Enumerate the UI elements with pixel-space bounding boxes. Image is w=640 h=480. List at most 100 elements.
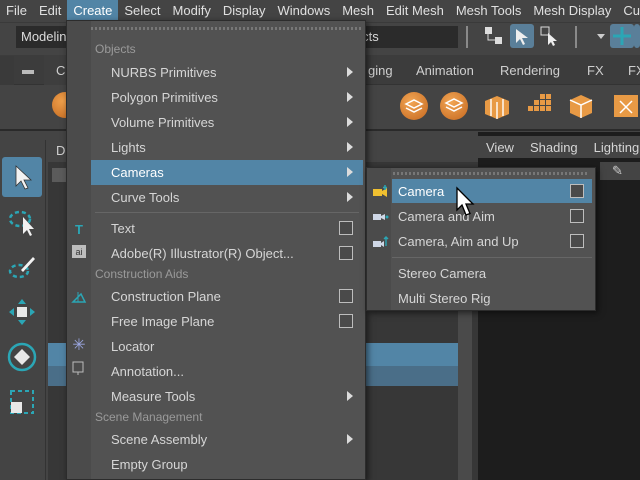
menu-modify[interactable]: Modify <box>167 0 217 21</box>
menu-item-illustrator-object[interactable]: Adobe(R) Illustrator(R) Object... <box>91 241 363 266</box>
section-objects: Objects <box>95 42 136 56</box>
submenu-arrow-icon <box>347 67 353 77</box>
menu-item-label: Construction Plane <box>111 289 221 304</box>
submenu-arrow-icon <box>347 142 353 152</box>
menu-edit[interactable]: Edit <box>33 0 67 21</box>
viewport-menu-view[interactable]: View <box>478 140 522 155</box>
menu-curves[interactable]: Cu <box>617 0 640 21</box>
menu-item-label: Adobe(R) Illustrator(R) Object... <box>111 246 294 261</box>
menu-item-label: Volume Primitives <box>111 115 215 130</box>
lasso-tool-icon[interactable] <box>2 202 42 242</box>
select-hierarchy-icon[interactable] <box>482 24 506 48</box>
menu-item-multi-stereo-rig[interactable]: Multi Stereo Rig <box>392 286 592 310</box>
menu-item-label: Polygon Primitives <box>111 90 218 105</box>
option-box-icon[interactable] <box>339 314 353 328</box>
shelf-tab-animation[interactable]: Animation <box>406 58 484 84</box>
pencil-icon[interactable]: ✎ <box>612 163 623 179</box>
option-box-icon[interactable] <box>339 246 353 260</box>
menu-item-locator[interactable]: Locator <box>91 334 363 359</box>
cameras-submenu: Camera Camera and Aim Camera, Aim and Up… <box>366 167 596 311</box>
menu-item-scene-assembly[interactable]: Scene Assembly <box>91 427 363 452</box>
menu-item-camera[interactable]: Camera <box>392 179 592 203</box>
chevron-down-icon[interactable] <box>594 24 608 48</box>
menu-item-lights[interactable]: Lights <box>91 135 363 160</box>
option-box-icon[interactable] <box>570 209 584 223</box>
shelf-menu-icon[interactable] <box>22 70 34 74</box>
select-object-icon[interactable] <box>510 24 534 48</box>
menu-mesh-tools[interactable]: Mesh Tools <box>450 0 528 21</box>
select-component-icon[interactable] <box>538 24 562 48</box>
viewport-menu-shading[interactable]: Shading <box>522 140 586 155</box>
menu-item-label: Free Image Plane <box>111 314 215 329</box>
grid-tiles-icon[interactable] <box>524 92 554 123</box>
option-box-icon[interactable] <box>339 289 353 303</box>
submenu-arrow-icon <box>347 434 353 444</box>
shelf-tab-fx[interactable]: FX <box>577 58 614 84</box>
menu-item-label: Camera <box>398 184 445 199</box>
menu-item-stereo-camera[interactable]: Stereo Camera <box>392 261 592 285</box>
menu-mesh[interactable]: Mesh <box>336 0 380 21</box>
menu-item-label: Annotation... <box>111 364 184 379</box>
menu-item-annotation[interactable]: Annotation... <box>91 359 363 384</box>
menu-create[interactable]: Create <box>67 0 119 21</box>
menu-windows[interactable]: Windows <box>271 0 336 21</box>
submenu-arrow-icon <box>347 391 353 401</box>
rotate-tool-icon[interactable] <box>2 337 42 377</box>
menu-item-label: Locator <box>111 339 155 354</box>
paint-select-tool-icon[interactable] <box>2 247 42 287</box>
create-menu: Objects NURBS Primitives Polygon Primiti… <box>66 20 366 480</box>
menu-item-label: NURBS Primitives <box>111 65 217 80</box>
menu-item-construction-plane[interactable]: Construction Plane <box>91 284 363 309</box>
option-box-icon[interactable] <box>570 184 584 198</box>
menu-display[interactable]: Display <box>217 0 272 21</box>
shelf-tab-rendering[interactable]: Rendering <box>490 58 570 84</box>
menu-item-camera-aim-up[interactable]: Camera, Aim and Up <box>392 229 592 253</box>
wire-cube-icon[interactable] <box>566 92 596 123</box>
submenu-arrow-icon <box>347 92 353 102</box>
menu-item-curve-tools[interactable]: Curve Tools <box>91 185 363 210</box>
hypershade-icon[interactable] <box>612 92 640 123</box>
shelf-tab-fx-caching[interactable]: FX <box>618 58 640 84</box>
menu-item-label: Lights <box>111 140 146 155</box>
menu-item-label: Curve Tools <box>111 190 180 205</box>
menu-item-volume-primitives[interactable]: Volume Primitives <box>91 110 363 135</box>
option-box-icon[interactable] <box>570 234 584 248</box>
layered-shader-icon[interactable] <box>400 92 428 120</box>
menu-item-text[interactable]: Text <box>91 216 363 241</box>
section-construction-aids: Construction Aids <box>95 267 189 281</box>
menu-item-label: Camera, Aim and Up <box>398 234 519 249</box>
snap-grid-icon[interactable] <box>610 24 634 48</box>
submenu-arrow-icon <box>347 167 353 177</box>
menu-item-label: Cameras <box>111 165 164 180</box>
select-tool-icon[interactable] <box>2 157 42 197</box>
section-scene-management: Scene Management <box>95 410 203 424</box>
menu-tearoff[interactable] <box>373 172 589 175</box>
menu-item-measure-tools[interactable]: Measure Tools <box>91 384 363 409</box>
menu-item-free-image-plane[interactable]: Free Image Plane <box>91 309 363 334</box>
menu-item-cameras[interactable]: Cameras <box>91 160 363 185</box>
menu-item-label: Camera and Aim <box>398 209 495 224</box>
menu-item-label: Scene Assembly <box>111 432 208 447</box>
menu-item-camera-and-aim[interactable]: Camera and Aim <box>392 204 592 228</box>
menu-item-nurbs-primitives[interactable]: NURBS Primitives <box>91 60 363 85</box>
menu-item-polygon-primitives[interactable]: Polygon Primitives <box>91 85 363 110</box>
menu-item-label: Measure Tools <box>111 389 196 404</box>
submenu-arrow-icon <box>347 117 353 127</box>
menu-tearoff[interactable] <box>71 27 361 30</box>
layers-icon[interactable] <box>440 92 468 120</box>
snap-curve-icon[interactable] <box>634 24 640 48</box>
mouse-cursor-icon <box>456 186 475 216</box>
option-box-icon[interactable] <box>339 221 353 235</box>
menu-divider <box>95 212 359 213</box>
menu-select[interactable]: Select <box>118 0 166 21</box>
viewport-menu-lighting[interactable]: Lighting <box>586 140 640 155</box>
scale-tool-icon[interactable] <box>2 382 42 422</box>
panel-scrollbar[interactable] <box>458 310 472 480</box>
menu-item-empty-group[interactable]: Empty Group <box>91 452 363 477</box>
menu-file[interactable]: File <box>0 0 33 21</box>
panel-toggle-icon[interactable] <box>52 168 66 182</box>
menu-mesh-display[interactable]: Mesh Display <box>527 0 617 21</box>
cube-split-icon[interactable] <box>482 94 512 123</box>
move-tool-icon[interactable] <box>2 292 42 332</box>
menu-edit-mesh[interactable]: Edit Mesh <box>380 0 450 21</box>
